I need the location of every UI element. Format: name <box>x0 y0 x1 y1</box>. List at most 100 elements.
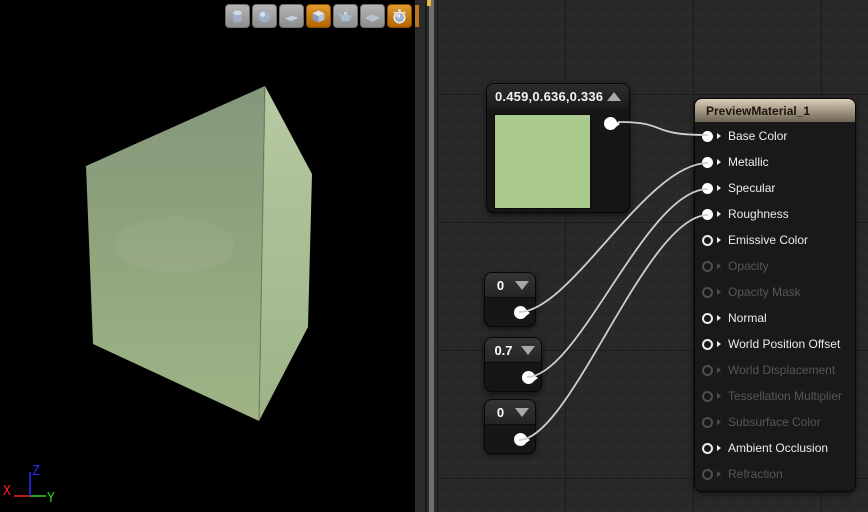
pin-label: Metallic <box>728 155 769 169</box>
teapot-icon <box>337 8 354 25</box>
material-input-pins: Base Color Metallic Specular Roughness Emiss… <box>695 122 855 487</box>
scalar-header[interactable]: 0 <box>485 400 535 425</box>
collapse-icon[interactable] <box>607 91 621 101</box>
pin-circle-icon[interactable] <box>702 468 713 480</box>
preview-mesh-cube <box>86 85 312 422</box>
expand-icon[interactable] <box>515 407 529 417</box>
scalar-node-specular[interactable]: 0.7 <box>484 337 542 392</box>
pin-label: Tessellation Multiplier <box>728 389 843 403</box>
scalar-header[interactable]: 0.7 <box>485 338 541 363</box>
axis-y-label: Y <box>47 491 55 506</box>
scalar-node-roughness[interactable]: 0 <box>484 399 536 454</box>
material-input-opacity[interactable]: Opacity <box>695 253 855 279</box>
preview-sphere-button[interactable] <box>252 4 277 28</box>
sphere-icon <box>256 8 273 25</box>
cube-right-face <box>259 86 312 421</box>
scalar-value: 0 <box>496 277 505 293</box>
material-input-specular[interactable]: Specular <box>695 175 855 201</box>
pin-circle-icon[interactable] <box>702 286 713 298</box>
pin-arrow-icon <box>717 185 721 191</box>
scalar-node-metallic[interactable]: 0 <box>484 272 536 327</box>
material-input-ambient-occlusion[interactable]: Ambient Occlusion <box>695 435 855 461</box>
pin-label: World Displacement <box>728 363 836 377</box>
panel-splitter[interactable] <box>415 0 437 512</box>
axis-x-label: X <box>3 484 11 499</box>
wire-specular[interactable] <box>526 188 709 378</box>
pin-arrow-icon <box>717 341 721 347</box>
pin-circle-icon[interactable] <box>702 364 713 376</box>
pin-label: Opacity <box>728 259 769 273</box>
color-swatch <box>494 114 591 209</box>
scalar-value: 0.7 <box>494 342 513 358</box>
preview-cylinder-button[interactable] <box>225 4 250 28</box>
scalar-output-pin[interactable] <box>522 371 538 384</box>
pin-label: Ambient Occlusion <box>728 441 829 455</box>
pin-circle-icon[interactable] <box>702 390 713 402</box>
cube-icon <box>310 8 327 25</box>
pin-label: Normal <box>728 311 767 325</box>
material-input-refraction[interactable]: Refraction <box>695 461 855 487</box>
pin-arrow-icon <box>717 471 721 477</box>
realtime-toggle-button[interactable] <box>387 4 412 28</box>
scalar-header[interactable]: 0 <box>485 273 535 298</box>
stopwatch-icon <box>391 8 408 25</box>
material-editor: X Y Z 0.459,0.636,0.336 0 0.7 0 PreviewM… <box>0 0 868 512</box>
pin-arrow-icon <box>717 445 721 451</box>
axis-gizmo: X Y Z <box>3 464 55 506</box>
pin-circle-icon[interactable] <box>702 416 713 428</box>
material-input-world-displacement[interactable]: World Displacement <box>695 357 855 383</box>
pin-arrow-icon <box>717 263 721 269</box>
wire-roughness[interactable] <box>518 214 709 441</box>
pin-circle-icon[interactable] <box>702 338 713 350</box>
pin-arrow-icon <box>717 419 721 425</box>
expand-icon[interactable] <box>515 280 529 290</box>
pin-circle-icon[interactable] <box>702 208 713 220</box>
preview-teapot-button[interactable] <box>333 4 358 28</box>
material-input-tessellation-multiplier[interactable]: Tessellation Multiplier <box>695 383 855 409</box>
expand-icon[interactable] <box>521 345 535 355</box>
constant3vector-header[interactable]: 0.459,0.636,0.336 <box>487 84 629 108</box>
material-input-normal[interactable]: Normal <box>695 305 855 331</box>
preview-viewport[interactable]: X Y Z <box>0 0 415 512</box>
material-input-opacity-mask[interactable]: Opacity Mask <box>695 279 855 305</box>
scalar-value: 0 <box>496 404 505 420</box>
splitter-accent <box>415 5 419 27</box>
preview-mesh-toolbar <box>225 4 412 28</box>
pin-label: Opacity Mask <box>728 285 801 299</box>
cube-sky-reflection <box>115 217 235 273</box>
pin-label: World Position Offset <box>728 337 841 351</box>
pin-circle-icon[interactable] <box>702 130 713 142</box>
material-input-emissive-color[interactable]: Emissive Color <box>695 227 855 253</box>
material-input-metallic[interactable]: Metallic <box>695 149 855 175</box>
material-graph[interactable]: 0.459,0.636,0.336 0 0.7 0 PreviewMateria… <box>437 0 868 512</box>
material-node-title[interactable]: PreviewMaterial_1 <box>695 99 855 122</box>
material-input-world-position-offset[interactable]: World Position Offset <box>695 331 855 357</box>
pin-circle-icon[interactable] <box>702 156 713 168</box>
pin-label: Base Color <box>728 129 788 143</box>
material-input-roughness[interactable]: Roughness <box>695 201 855 227</box>
scalar-output-pin[interactable] <box>514 433 530 446</box>
preview-grid-button[interactable] <box>360 4 385 28</box>
pin-label: Subsurface Color <box>728 415 821 429</box>
preview-plane-button[interactable] <box>279 4 304 28</box>
pin-circle-icon[interactable] <box>702 234 713 246</box>
constant3vector-value: 0.459,0.636,0.336 <box>495 88 604 104</box>
preview-cube-button[interactable] <box>306 4 331 28</box>
pin-circle-icon[interactable] <box>702 260 713 272</box>
pin-arrow-icon <box>717 367 721 373</box>
pin-label: Emissive Color <box>728 233 809 247</box>
pin-circle-icon[interactable] <box>702 182 713 194</box>
splitter-edge <box>425 0 427 512</box>
pin-label: Refraction <box>728 467 783 481</box>
material-input-base-color[interactable]: Base Color <box>695 123 855 149</box>
splitter-handle[interactable] <box>429 0 434 512</box>
pin-circle-icon[interactable] <box>702 312 713 324</box>
pin-circle-icon[interactable] <box>702 442 713 454</box>
preview-material-node[interactable]: PreviewMaterial_1 Base Color Metallic Spec… <box>694 98 856 492</box>
constant3vector-output-pin[interactable] <box>604 117 620 130</box>
constant3vector-node[interactable]: 0.459,0.636,0.336 <box>486 83 630 213</box>
pin-label: Roughness <box>728 207 789 221</box>
material-input-subsurface-color[interactable]: Subsurface Color <box>695 409 855 435</box>
splitter-accent-top <box>427 0 431 6</box>
scalar-output-pin[interactable] <box>514 306 530 319</box>
